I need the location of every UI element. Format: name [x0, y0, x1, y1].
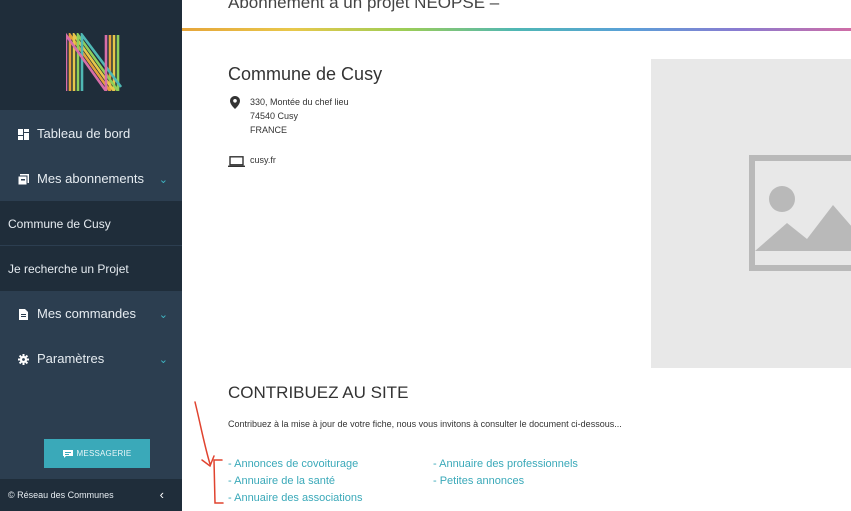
- sidebar-subitem-je-recherche-un-projet[interactable]: Je recherche un Projet: [0, 246, 182, 291]
- dashboard-icon: [18, 128, 29, 140]
- rainbow-divider: [182, 28, 851, 31]
- sidebar-item-label: Je recherche un Projet: [8, 261, 129, 276]
- top-bar: Abonnement à un projet NEOPSE –: [182, 0, 851, 30]
- address-line: FRANCE: [250, 125, 288, 135]
- chevron-down-icon: ⌄: [158, 354, 168, 366]
- messagerie-button[interactable]: MESSAGERIE: [44, 439, 150, 468]
- logo-icon[interactable]: [66, 33, 122, 91]
- contribute-title: CONTRIBUEZ AU SITE: [228, 383, 409, 402]
- logo-area: [0, 0, 182, 110]
- sidebar-item-label: Mes commandes: [37, 306, 136, 321]
- website-link[interactable]: cusy.fr: [250, 155, 276, 165]
- chevron-left-icon[interactable]: ‹: [160, 487, 164, 502]
- link-annuaire-sante[interactable]: - Annuaire de la santé: [228, 475, 335, 487]
- page-title: Abonnement à un projet NEOPSE –: [228, 0, 500, 12]
- link-annuaire-professionnels[interactable]: - Annuaire des professionnels: [433, 458, 578, 470]
- sidebar: Tableau de bord Mes abonnements ⌄ Commun…: [0, 0, 182, 511]
- messagerie-label: MESSAGERIE: [76, 449, 132, 458]
- chat-icon: [62, 449, 73, 458]
- sidebar-item-label: Commune de Cusy: [8, 216, 111, 231]
- contribute-text: Contribuez à la mise à jour de votre fic…: [228, 419, 622, 429]
- chevron-down-icon: ⌄: [158, 174, 168, 186]
- organization-address: 330, Montée du chef lieu 74540 Cusy FRAN…: [250, 95, 349, 137]
- sidebar-item-label: Tableau de bord: [37, 126, 131, 141]
- sidebar-item-label: Mes abonnements: [37, 171, 144, 186]
- sidebar-footer: © Réseau des Communes ‹: [0, 479, 182, 511]
- annotation-bracket-icon: [194, 401, 224, 504]
- chevron-down-icon: ⌄: [158, 309, 168, 321]
- subscriptions-icon: [17, 173, 29, 186]
- sidebar-subitem-commune-de-cusy[interactable]: Commune de Cusy: [0, 201, 182, 246]
- laptop-icon: [228, 156, 245, 167]
- sidebar-item-mes-commandes[interactable]: Mes commandes ⌄: [0, 291, 182, 336]
- link-annuaire-associations[interactable]: - Annuaire des associations: [228, 492, 363, 504]
- document-icon: [18, 308, 29, 320]
- address-line: 330, Montée du chef lieu: [250, 97, 349, 107]
- organization-name: Commune de Cusy: [228, 64, 383, 84]
- sidebar-item-mes-abonnements[interactable]: Mes abonnements ⌄: [0, 156, 182, 201]
- gear-icon: [18, 353, 29, 365]
- link-annonces-covoiturage[interactable]: - Annonces de covoiturage: [228, 458, 358, 470]
- copyright-text: © Réseau des Communes: [8, 490, 114, 500]
- map-pin-icon: [230, 96, 240, 109]
- image-placeholder: [651, 59, 851, 368]
- sidebar-item-parametres[interactable]: Paramètres ⌄: [0, 336, 182, 381]
- image-icon: [749, 155, 851, 271]
- link-petites-annonces[interactable]: - Petites annonces: [433, 475, 524, 487]
- sidebar-item-tableau-de-bord[interactable]: Tableau de bord: [0, 111, 182, 156]
- address-line: 74540 Cusy: [250, 111, 299, 121]
- sidebar-item-label: Paramètres: [37, 351, 105, 366]
